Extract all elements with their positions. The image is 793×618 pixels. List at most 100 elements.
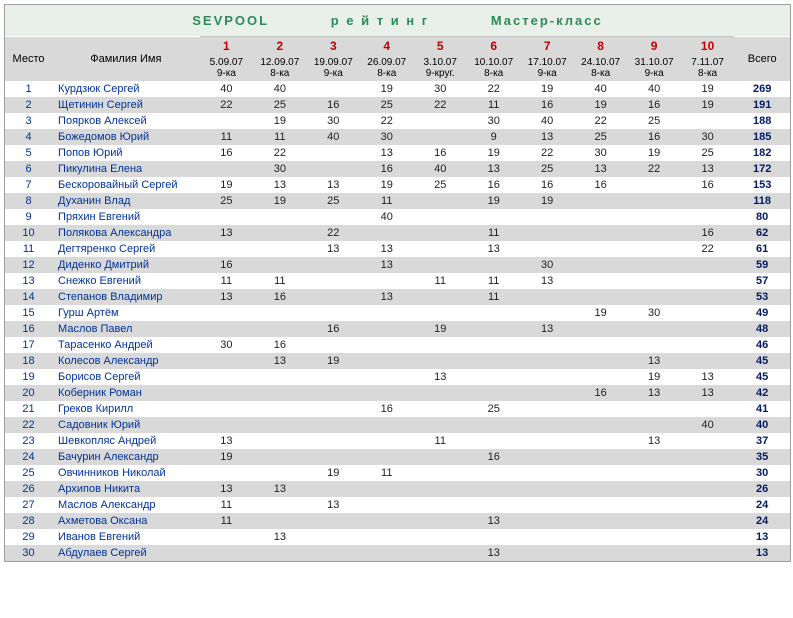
table-row: 21Греков Кирилл162541	[5, 401, 790, 417]
table-row: 28Ахметова Оксана111324	[5, 513, 790, 529]
score-cell	[467, 321, 520, 337]
score-cell	[414, 305, 467, 321]
table-row: 27Маслов Александр111324	[5, 497, 790, 513]
score-cell	[253, 257, 306, 273]
score-cell: 11	[253, 129, 306, 145]
title-a: SEVPOOL	[192, 13, 269, 28]
name-cell: Ахметова Оксана	[52, 513, 200, 529]
name-cell: Снежко Евгений	[52, 273, 200, 289]
score-cell	[200, 305, 253, 321]
score-cell: 19	[574, 305, 627, 321]
score-cell: 22	[574, 113, 627, 129]
score-cell	[681, 545, 734, 561]
table-row: 7Бескоровайный Сергей1913131925161616161…	[5, 177, 790, 193]
score-cell: 30	[681, 129, 734, 145]
place-cell: 1	[5, 81, 52, 97]
place-cell: 16	[5, 321, 52, 337]
score-cell: 13	[520, 273, 573, 289]
score-cell: 30	[520, 257, 573, 273]
score-cell	[253, 545, 306, 561]
name-cell: Бачурин Александр	[52, 449, 200, 465]
score-cell	[467, 497, 520, 513]
score-cell	[467, 385, 520, 401]
score-cell	[467, 305, 520, 321]
table-row: 9Пряхин Евгений4080	[5, 209, 790, 225]
place-cell: 23	[5, 433, 52, 449]
score-cell: 25	[360, 97, 413, 113]
place-cell: 17	[5, 337, 52, 353]
table-body: 1Курдзюк Сергей4040193022194040192692Щет…	[5, 81, 790, 561]
score-cell	[520, 513, 573, 529]
score-cell	[414, 401, 467, 417]
score-cell	[414, 193, 467, 209]
name-cell: Степанов Владимир	[52, 289, 200, 305]
total-cell: 35	[734, 449, 790, 465]
score-cell	[200, 241, 253, 257]
score-cell	[307, 417, 360, 433]
col-date-10: 7.11.078-ка	[681, 55, 734, 81]
score-cell: 16	[627, 97, 680, 113]
score-cell: 11	[360, 465, 413, 481]
score-cell	[253, 385, 306, 401]
score-cell	[574, 321, 627, 337]
score-cell	[681, 449, 734, 465]
score-cell	[627, 497, 680, 513]
place-cell: 3	[5, 113, 52, 129]
table-row: 23Шевкопляс Андрей13111337	[5, 433, 790, 449]
total-cell: 42	[734, 385, 790, 401]
table-row: 8Духанин Влад251925111919118	[5, 193, 790, 209]
total-cell: 57	[734, 273, 790, 289]
place-cell: 21	[5, 401, 52, 417]
table-row: 18Колесов Александр13191345	[5, 353, 790, 369]
score-cell	[414, 353, 467, 369]
name-cell: Шевкопляс Андрей	[52, 433, 200, 449]
col-date-7: 17.10.079-ка	[520, 55, 573, 81]
score-cell	[307, 385, 360, 401]
score-cell	[574, 257, 627, 273]
total-cell: 188	[734, 113, 790, 129]
score-cell: 13	[467, 241, 520, 257]
title-c: Мастер-класс	[491, 13, 603, 28]
score-cell	[681, 481, 734, 497]
place-cell: 4	[5, 129, 52, 145]
score-cell: 30	[627, 305, 680, 321]
score-cell: 13	[200, 433, 253, 449]
total-cell: 13	[734, 545, 790, 561]
total-cell: 49	[734, 305, 790, 321]
score-cell	[520, 529, 573, 545]
score-cell: 19	[253, 193, 306, 209]
total-cell: 80	[734, 209, 790, 225]
score-cell	[200, 321, 253, 337]
name-cell: Поярков Алексей	[52, 113, 200, 129]
score-cell: 19	[414, 321, 467, 337]
table-row: 17Тарасенко Андрей301646	[5, 337, 790, 353]
score-cell: 19	[467, 145, 520, 161]
score-cell	[200, 369, 253, 385]
place-cell: 24	[5, 449, 52, 465]
score-cell	[360, 385, 413, 401]
score-cell	[574, 433, 627, 449]
name-cell: Архипов Никита	[52, 481, 200, 497]
score-cell	[520, 369, 573, 385]
place-cell: 19	[5, 369, 52, 385]
place-cell: 20	[5, 385, 52, 401]
score-cell	[520, 401, 573, 417]
page-title-bar: SEVPOOL р е й т и н г Мастер-класс	[5, 5, 790, 36]
score-cell: 16	[520, 97, 573, 113]
score-cell	[681, 401, 734, 417]
score-cell: 22	[627, 161, 680, 177]
score-cell: 13	[627, 353, 680, 369]
score-cell	[414, 449, 467, 465]
score-cell	[574, 513, 627, 529]
score-cell	[627, 225, 680, 241]
score-cell: 13	[574, 161, 627, 177]
total-cell: 182	[734, 145, 790, 161]
score-cell: 19	[200, 177, 253, 193]
name-cell: Маслов Александр	[52, 497, 200, 513]
score-cell	[467, 369, 520, 385]
score-cell	[627, 241, 680, 257]
score-cell	[253, 209, 306, 225]
table-row: 24Бачурин Александр191635	[5, 449, 790, 465]
score-cell	[414, 497, 467, 513]
table-row: 5Попов Юрий162213161922301925182	[5, 145, 790, 161]
